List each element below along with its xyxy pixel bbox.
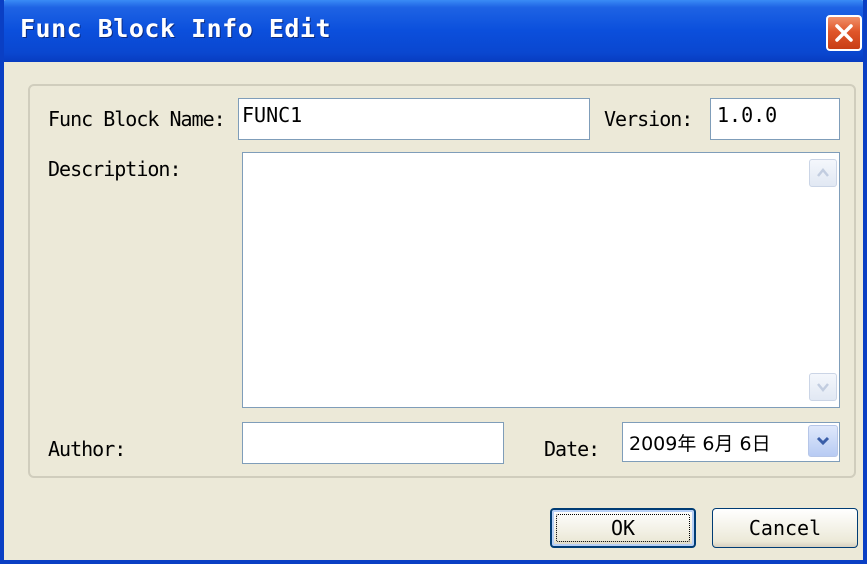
cancel-button[interactable]: Cancel — [712, 508, 858, 548]
description-textarea[interactable] — [242, 152, 840, 408]
close-icon — [835, 24, 853, 42]
date-label: Date: — [544, 437, 600, 461]
dialog-window: Func Block Info Edit Func Block Name: FU… — [0, 0, 867, 564]
author-input[interactable] — [242, 422, 504, 464]
cancel-button-label: Cancel — [748, 516, 822, 540]
scroll-down-button[interactable] — [809, 373, 837, 401]
scroll-down-arrow-icon — [817, 383, 829, 392]
date-picker[interactable]: 2009年 6月 6日 — [622, 422, 840, 462]
window-title: Func Block Info Edit — [20, 14, 332, 43]
version-label: Version: — [604, 107, 693, 131]
ok-button[interactable]: OK — [550, 508, 696, 548]
scroll-up-button[interactable] — [809, 159, 837, 187]
description-scrollbar[interactable] — [805, 153, 839, 407]
version-input[interactable]: 1.0.0 — [710, 98, 840, 140]
chevron-down-icon — [816, 436, 830, 446]
func-block-name-label: Func Block Name: — [48, 107, 226, 131]
scroll-up-arrow-icon — [817, 168, 829, 177]
focus-rectangle — [556, 514, 690, 542]
author-label: Author: — [48, 437, 126, 461]
date-value: 2009年 6月 6日 — [629, 433, 771, 455]
date-dropdown-button[interactable] — [808, 425, 838, 457]
title-bar[interactable]: Func Block Info Edit — [4, 0, 863, 62]
description-label: Description: — [48, 157, 181, 181]
func-block-name-input[interactable]: FUNC1 — [238, 98, 590, 140]
close-button[interactable] — [826, 15, 862, 51]
